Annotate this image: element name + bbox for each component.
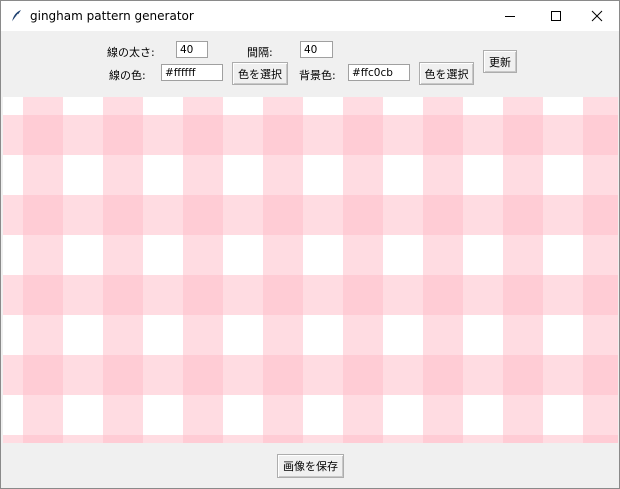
close-button[interactable] [574, 1, 620, 31]
spacing-label: 間隔: [247, 46, 273, 59]
maximize-button[interactable] [533, 1, 579, 31]
spacing-input[interactable] [300, 41, 333, 58]
close-icon [591, 10, 603, 22]
minimize-button[interactable] [487, 1, 533, 31]
bg-color-label: 背景色: [299, 69, 336, 82]
app-window: gingham pattern generator 線の太さ: 間隔: 線の色:… [0, 0, 620, 489]
line-color-label: 線の色: [109, 69, 146, 82]
title-bar[interactable]: gingham pattern generator [1, 1, 619, 31]
horizontal-stripe [3, 195, 618, 235]
line-color-select-button[interactable]: 色を選択 [232, 62, 288, 85]
line-width-input[interactable] [176, 41, 208, 58]
save-image-button[interactable]: 画像を保存 [277, 454, 344, 478]
gingham-pattern [3, 97, 618, 443]
pattern-canvas[interactable] [3, 97, 618, 443]
horizontal-stripe [3, 115, 618, 155]
window-title: gingham pattern generator [30, 9, 194, 23]
minimize-icon [505, 16, 515, 17]
bg-color-select-button[interactable]: 色を選択 [419, 62, 474, 85]
maximize-icon [551, 11, 561, 21]
update-button[interactable]: 更新 [483, 50, 517, 73]
bg-color-input[interactable] [348, 64, 410, 81]
feather-icon [11, 10, 21, 23]
horizontal-stripe [3, 355, 618, 395]
line-color-input[interactable] [161, 64, 223, 81]
horizontal-stripe [3, 435, 618, 443]
horizontal-stripe [3, 275, 618, 315]
line-width-label: 線の太さ: [107, 46, 155, 59]
